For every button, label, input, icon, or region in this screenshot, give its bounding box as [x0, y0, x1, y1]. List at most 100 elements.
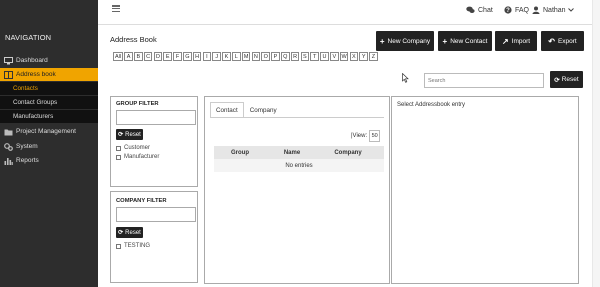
- alpha-letter[interactable]: I: [202, 52, 212, 61]
- alpha-letter[interactable]: O: [261, 52, 270, 61]
- alpha-all[interactable]: All: [113, 52, 123, 61]
- main-content: Address Book + New Company + New Contact ↗…: [98, 25, 600, 287]
- checkbox-label: Customer: [124, 145, 151, 151]
- column-header-group[interactable]: Group: [214, 150, 266, 156]
- gears-icon: [3, 142, 14, 151]
- user-name: Nathan: [543, 6, 566, 14]
- refresh-icon: ⟳: [118, 132, 124, 138]
- sidebar-item-label: Address book: [16, 71, 56, 78]
- alpha-letter[interactable]: X: [349, 52, 359, 61]
- checkbox[interactable]: [116, 154, 121, 160]
- table-header: Group Name Company: [214, 146, 384, 159]
- sidebar-item-reports[interactable]: Reports: [0, 154, 98, 167]
- page-size-select[interactable]: 50: [369, 130, 381, 142]
- alpha-letter[interactable]: Y: [359, 52, 368, 61]
- alpha-letter[interactable]: S: [300, 52, 310, 61]
- sidebar-item-address-book[interactable]: Address book: [0, 68, 98, 81]
- sidebar: NAVIGATION Dashboard Address book Contac…: [0, 0, 98, 287]
- import-icon: ↗: [501, 36, 509, 46]
- user-icon: [532, 6, 540, 14]
- page-title: Address Book: [110, 35, 157, 44]
- alpha-letter[interactable]: Z: [369, 52, 378, 61]
- detail-panel: Select Addressbook entry: [391, 96, 579, 284]
- page-scrollbar[interactable]: [592, 0, 600, 287]
- faq-label: FAQ: [515, 6, 530, 14]
- sidebar-subitem-contact-groups[interactable]: Contact Groups: [0, 96, 98, 109]
- column-header-company[interactable]: Company: [318, 150, 378, 156]
- reset-search-button[interactable]: ⟳ Reset: [550, 71, 583, 88]
- group-filter-option-customer[interactable]: Customer: [116, 145, 150, 151]
- sidebar-item-project-management[interactable]: Project Management: [0, 125, 98, 138]
- alpha-letter[interactable]: K: [222, 52, 231, 61]
- company-filter-panel: COMPANY FILTER ⟳ Reset TESTING: [110, 191, 198, 283]
- import-button[interactable]: ↗ Import: [495, 31, 537, 51]
- alpha-letter[interactable]: J: [212, 52, 221, 61]
- group-filter-input[interactable]: [116, 110, 196, 125]
- alpha-letter[interactable]: A: [124, 52, 133, 61]
- group-filter-option-manufacturer[interactable]: Manufacturer: [116, 154, 159, 160]
- alpha-letter[interactable]: H: [192, 52, 202, 61]
- sidebar-subitem-label: Manufacturers: [13, 113, 54, 120]
- company-filter-reset-button[interactable]: ⟳ Reset: [116, 227, 143, 238]
- alpha-letter[interactable]: W: [339, 52, 349, 61]
- tab-divider: [210, 117, 384, 118]
- column-header-name[interactable]: Name: [266, 150, 318, 156]
- sidebar-subitem-contacts[interactable]: Contacts: [0, 82, 98, 95]
- folder-icon: [3, 127, 14, 136]
- view-label: |View:: [351, 133, 368, 139]
- checkbox[interactable]: [116, 145, 121, 151]
- contact-list-panel: Contact Company |View: 50 Group Name Com…: [204, 96, 390, 284]
- bar-chart-icon: [3, 156, 14, 165]
- alpha-letter[interactable]: R: [290, 52, 300, 61]
- company-filter-option-testing[interactable]: TESTING: [116, 243, 150, 249]
- export-label: Export: [557, 37, 577, 45]
- chat-link[interactable]: Chat: [466, 6, 493, 14]
- sidebar-subitem-manufacturers[interactable]: Manufacturers: [0, 110, 98, 123]
- alpha-letter[interactable]: N: [251, 52, 261, 61]
- hamburger-menu-icon[interactable]: [112, 5, 120, 12]
- tab-contact[interactable]: Contact: [210, 102, 244, 117]
- company-filter-title: COMPANY FILTER: [116, 198, 167, 204]
- alpha-letter[interactable]: P: [271, 52, 280, 61]
- refresh-icon: ⟳: [118, 230, 124, 236]
- export-button[interactable]: ↶ Export: [541, 31, 584, 51]
- search-input[interactable]: [424, 73, 544, 88]
- alpha-letter[interactable]: F: [173, 52, 182, 61]
- alpha-letter[interactable]: T: [310, 52, 319, 61]
- new-company-button[interactable]: + New Company: [376, 31, 434, 51]
- sidebar-item-dashboard[interactable]: Dashboard: [0, 54, 98, 67]
- new-company-label: New Company: [387, 37, 431, 45]
- book-icon: [3, 70, 14, 79]
- checkbox-label: TESTING: [124, 243, 151, 249]
- export-icon: ↶: [548, 36, 555, 46]
- alpha-letter[interactable]: V: [330, 52, 339, 61]
- group-filter-reset-button[interactable]: ⟳ Reset: [116, 129, 143, 140]
- alpha-letter[interactable]: C: [143, 52, 153, 61]
- checkbox[interactable]: [116, 243, 121, 249]
- user-menu[interactable]: Nathan: [532, 6, 577, 14]
- alpha-letter[interactable]: M: [241, 52, 251, 61]
- alpha-letter[interactable]: G: [183, 52, 192, 61]
- group-filter-panel: GROUP FILTER ⟳ Reset Customer Manufacture…: [110, 96, 198, 187]
- reset-label: Reset: [561, 76, 579, 83]
- alpha-letter[interactable]: U: [320, 52, 329, 61]
- refresh-icon: ⟳: [554, 76, 560, 84]
- new-contact-button[interactable]: + New Contact: [438, 31, 492, 51]
- tab-company[interactable]: Company: [244, 102, 283, 117]
- page-size-selector: |View: 50: [351, 130, 381, 142]
- alpha-letter[interactable]: E: [163, 52, 172, 61]
- new-contact-label: New Contact: [450, 37, 488, 45]
- alpha-letter[interactable]: B: [134, 52, 143, 61]
- alpha-letter[interactable]: L: [232, 52, 241, 61]
- faq-link[interactable]: ? FAQ: [504, 6, 529, 14]
- company-filter-input[interactable]: [116, 207, 196, 222]
- alpha-letter[interactable]: D: [153, 52, 163, 61]
- reset-label: Reset: [125, 229, 141, 236]
- chat-label: Chat: [478, 6, 493, 14]
- question-circle-icon: ?: [504, 6, 512, 14]
- sidebar-item-label: Dashboard: [16, 57, 48, 64]
- svg-text:?: ?: [506, 8, 510, 14]
- sidebar-item-label: Project Management: [16, 128, 76, 135]
- sidebar-item-system[interactable]: System: [0, 140, 98, 153]
- alpha-letter[interactable]: Q: [281, 52, 290, 61]
